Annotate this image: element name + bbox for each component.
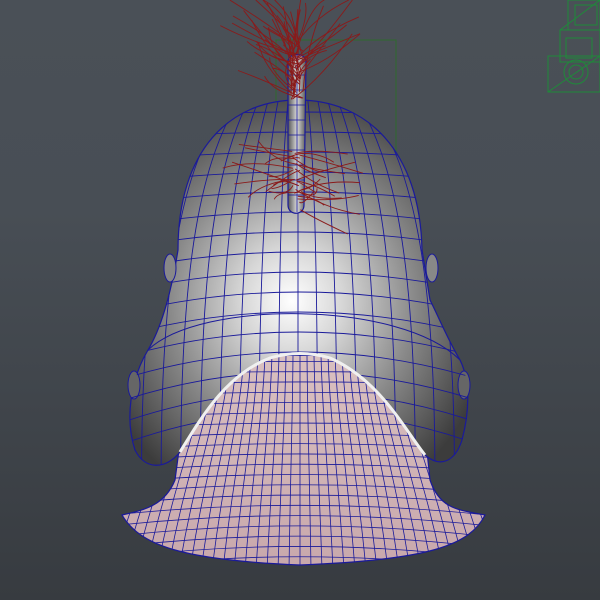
neck-band-line bbox=[110, 567, 490, 580]
secondary-object[interactable] bbox=[547, 0, 600, 93]
hair-strand bbox=[232, 15, 295, 62]
viewport-canvas[interactable] bbox=[0, 0, 600, 600]
neck-band-line bbox=[110, 577, 490, 591]
maya-3d-viewport[interactable] bbox=[0, 0, 600, 600]
